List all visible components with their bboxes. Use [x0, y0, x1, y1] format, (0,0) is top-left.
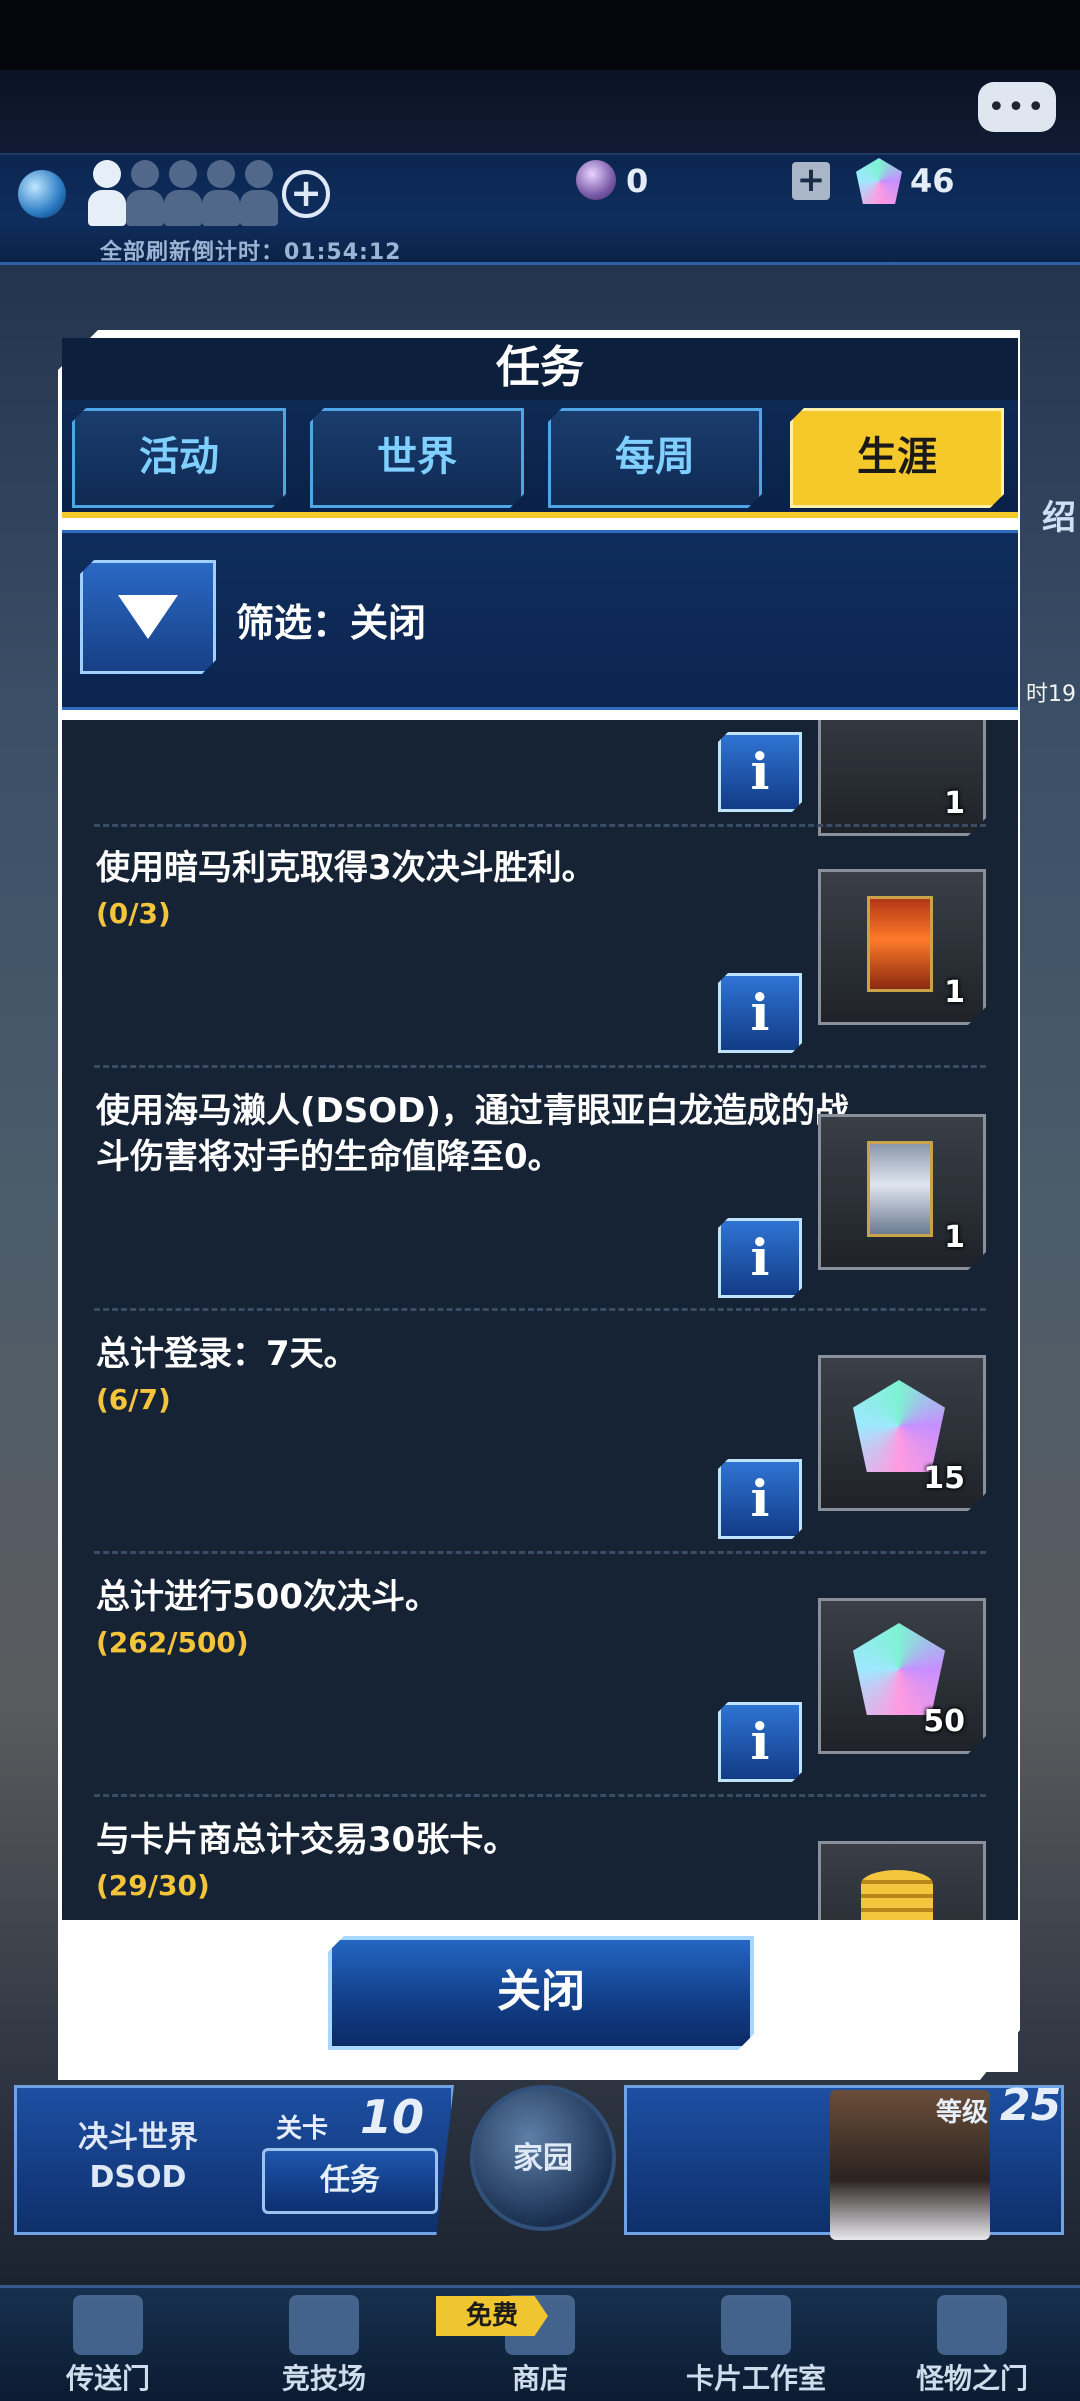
nav-gate[interactable]: 传送门	[0, 2285, 216, 2401]
gem-count: 46	[910, 162, 955, 200]
mission-item: 总计进行500次决斗。 (262/500) i 50	[62, 1554, 1018, 1797]
reward-quantity: 50	[923, 1704, 965, 1739]
info-button[interactable]: i	[718, 1218, 802, 1298]
info-button[interactable]: i	[718, 1702, 802, 1782]
gem-icon	[853, 1380, 945, 1472]
reward-box[interactable]: 1	[818, 1114, 986, 1270]
refresh-countdown: 全部刷新倒计时：01:54:12	[100, 240, 402, 265]
mission-description: 使用暗马利克取得3次决斗胜利。	[96, 848, 596, 888]
reward-box[interactable]	[818, 1841, 986, 1920]
mission-description: 使用海马濑人(DSOD)，通过青眼亚白龙造成的战斗伤害将对手的生命值降至0。	[96, 1091, 849, 1177]
reward-box[interactable]: 50	[818, 1598, 986, 1754]
mission-description: 与卡片商总计交易30张卡。	[96, 1820, 518, 1860]
nav-label: 怪物之门	[915, 2362, 1028, 2395]
mission-item: 与卡片商总计交易30张卡。 (29/30)	[62, 1797, 1018, 1920]
tab-career[interactable]: 生涯	[790, 408, 1004, 508]
orb-icon	[576, 160, 616, 200]
orb-count: 0	[626, 162, 649, 200]
nav-card-studio[interactable]: 卡片工作室	[648, 2285, 864, 2401]
mission-progress: (29/30)	[96, 1869, 210, 1902]
triangle-down-icon	[118, 595, 178, 639]
tab-event[interactable]: 活动	[72, 408, 286, 508]
home-button[interactable]: 家园	[470, 2085, 616, 2231]
mission-item: 总计登录：7天。 (6/7) i 15	[62, 1311, 1018, 1554]
nav-label: 传送门	[65, 2362, 150, 2395]
nav-label: 卡片工作室	[685, 2362, 826, 2395]
reward-quantity: 15	[923, 1461, 965, 1496]
mission-progress: (6/7)	[96, 1383, 171, 1416]
cards-icon	[721, 2295, 791, 2355]
nav-arena[interactable]: 竞技场	[216, 2285, 432, 2401]
mission-description: 总计进行500次决斗。	[96, 1577, 439, 1617]
free-badge: 免费	[436, 2296, 548, 2336]
mission-item: i 1	[62, 720, 1018, 825]
card-reward-icon	[867, 1141, 933, 1237]
gem-icon	[853, 1623, 945, 1715]
filter-toggle-button[interactable]	[80, 560, 216, 674]
swords-icon	[289, 2295, 359, 2355]
gate-icon	[73, 2295, 143, 2355]
tab-underline	[62, 512, 1018, 518]
reward-quantity: 1	[944, 786, 965, 821]
monster-gate-icon	[937, 2295, 1007, 2355]
reward-box[interactable]: 15	[818, 1355, 986, 1511]
duel-ticket-icon	[124, 160, 166, 226]
reward-box[interactable]: 1	[818, 720, 986, 836]
add-gems-button[interactable]: +	[792, 162, 830, 200]
reward-quantity: 1	[944, 975, 965, 1010]
top-strip	[0, 70, 1080, 155]
duel-world-title: 决斗世界 DSOD	[78, 2120, 198, 2195]
mission-item: 使用海马濑人(DSOD)，通过青眼亚白龙造成的战斗伤害将对手的生命值降至0。 i…	[62, 1068, 1018, 1311]
dialog-title: 任务	[496, 342, 584, 393]
duel-ticket-icon	[238, 160, 280, 226]
info-button[interactable]: i	[718, 973, 802, 1053]
globe-icon[interactable]	[18, 170, 66, 218]
task-button[interactable]: 任务	[262, 2148, 438, 2214]
chat-bubble-icon[interactable]: •••	[978, 82, 1056, 132]
duel-ticket-icon	[162, 160, 204, 226]
status-bar	[0, 0, 1080, 70]
mission-list[interactable]: i 1 使用暗马利克取得3次决斗胜利。 (0/3) i 1 使用海马濑人(DSO…	[62, 720, 1018, 1920]
reward-box[interactable]: 1	[818, 869, 986, 1025]
mission-item: 使用暗马利克取得3次决斗胜利。 (0/3) i 1	[62, 825, 1018, 1068]
filter-status: 筛选：关闭	[236, 601, 427, 645]
level-number: 25	[1000, 2080, 1062, 2131]
mission-progress: (0/3)	[96, 897, 171, 930]
add-ticket-button[interactable]: +	[282, 170, 330, 218]
duel-ticket-icon	[200, 160, 242, 226]
nav-label: 竞技场	[281, 2362, 366, 2395]
tab-weekly[interactable]: 每周	[548, 408, 762, 508]
nav-monster-gate[interactable]: 怪物之门	[864, 2285, 1080, 2401]
nav-label: 商店	[511, 2362, 568, 2395]
level-label: 等级	[936, 2098, 989, 2128]
info-button[interactable]: i	[718, 732, 802, 812]
gold-coins-icon	[861, 1870, 933, 1920]
stage-number: 10	[360, 2090, 425, 2144]
stage-label: 关卡	[276, 2114, 329, 2144]
card-reward-icon	[867, 896, 933, 992]
side-label: 绍	[1042, 498, 1076, 538]
mission-description: 总计登录：7天。	[96, 1334, 358, 1374]
reward-quantity: 1	[944, 1220, 965, 1255]
side-time: 时19	[1026, 682, 1076, 707]
mission-progress: (262/500)	[96, 1626, 249, 1659]
info-button[interactable]: i	[718, 1459, 802, 1539]
duel-ticket-icon	[86, 160, 128, 226]
close-button[interactable]: 关闭	[328, 1936, 754, 2050]
tab-world[interactable]: 世界	[310, 408, 524, 508]
